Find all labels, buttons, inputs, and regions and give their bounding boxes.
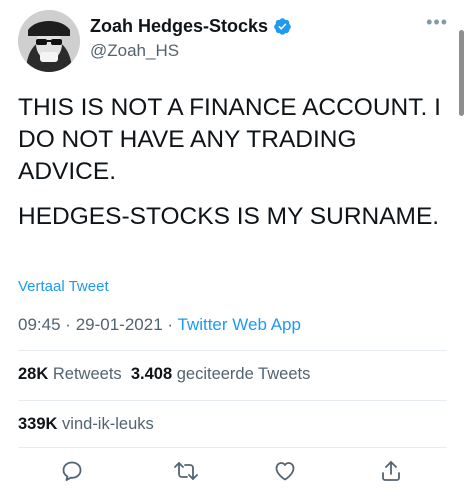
retweet-stats: 28K Retweets 3.408 geciteerde Tweets xyxy=(18,365,310,384)
tweet-paragraph: THIS IS NOT A FINANCE ACCOUNT. I DO NOT … xyxy=(18,94,441,185)
retweets-stat[interactable]: 28K Retweets xyxy=(18,365,122,383)
tweet-paragraph: HEDGES-STOCKS IS MY SURNAME. xyxy=(18,203,440,230)
more-options-icon[interactable]: ••• xyxy=(426,13,448,31)
translate-tweet-link[interactable]: Vertaal Tweet xyxy=(18,278,109,295)
reply-icon[interactable] xyxy=(56,455,88,487)
avatar-image xyxy=(18,10,80,72)
tweet-date[interactable]: 29-01-2021 xyxy=(76,315,163,334)
quotes-count: 3.408 xyxy=(130,365,173,383)
likes-label: vind-ik-leuks xyxy=(62,415,154,433)
author-handle[interactable]: @Zoah_HS xyxy=(90,41,179,61)
avatar[interactable] xyxy=(18,10,80,72)
retweets-count: 28K xyxy=(18,365,49,383)
tweet-actions xyxy=(18,455,447,487)
like-icon[interactable] xyxy=(269,455,301,487)
display-name[interactable]: Zoah Hedges-Stocks xyxy=(90,16,268,37)
likes-count: 339K xyxy=(18,415,58,433)
like-stats: 339K vind-ik-leuks xyxy=(18,415,154,434)
tweet-source-link[interactable]: Twitter Web App xyxy=(177,315,300,334)
share-icon[interactable] xyxy=(375,455,407,487)
retweet-icon[interactable] xyxy=(170,455,202,487)
tweet-header: Zoah Hedges-Stocks @Zoah_HS ••• xyxy=(18,10,448,72)
verified-badge-icon xyxy=(273,17,292,36)
quotes-stat[interactable]: 3.408 geciteerde Tweets xyxy=(131,365,311,383)
tweet-text: THIS IS NOT A FINANCE ACCOUNT. I DO NOT … xyxy=(18,92,448,246)
tweet-metadata: 09:45 · 29-01-2021 · Twitter Web App xyxy=(18,315,301,335)
divider xyxy=(18,447,447,448)
likes-stat[interactable]: 339K vind-ik-leuks xyxy=(18,415,154,433)
retweets-label: Retweets xyxy=(52,365,122,383)
divider xyxy=(18,350,447,351)
scrollbar[interactable] xyxy=(459,30,464,116)
divider xyxy=(18,400,447,401)
tweet-time[interactable]: 09:45 xyxy=(18,315,61,334)
meta-separator: · xyxy=(167,315,174,334)
meta-separator: · xyxy=(65,315,71,334)
quotes-label: geciteerde Tweets xyxy=(176,365,311,383)
